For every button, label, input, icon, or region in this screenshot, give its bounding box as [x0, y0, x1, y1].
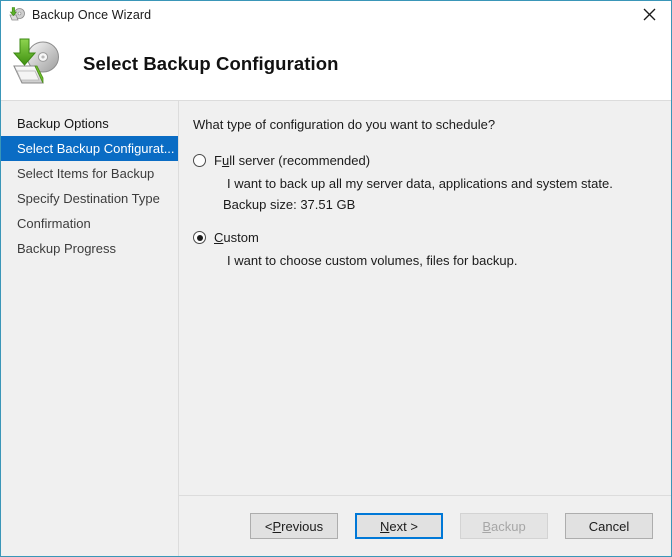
window-title: Backup Once Wizard — [32, 7, 152, 22]
radio-row-full-server[interactable]: Full server (recommended) — [193, 151, 651, 171]
backup-disk-arrow-icon — [7, 36, 69, 92]
title-bar: Backup Once Wizard — [1, 1, 671, 28]
next-button[interactable]: Next > — [355, 513, 443, 539]
page-header: Select Backup Configuration — [1, 28, 671, 101]
backup-once-wizard-window: Backup Once Wizard Select Backup Configu… — [0, 0, 672, 557]
sidebar-item-select-items-for-backup[interactable]: Select Items for Backup — [1, 161, 178, 186]
button-bar: < Previous Next > Backup Cancel — [179, 495, 671, 556]
main-content: What type of configuration do you want t… — [179, 101, 671, 556]
wizard-steps-sidebar: Backup Options Select Backup Configurat.… — [1, 101, 179, 556]
cancel-button[interactable]: Cancel — [565, 513, 653, 539]
option-full-server[interactable]: Full server (recommended) I want to back… — [193, 151, 651, 212]
sidebar-item-confirmation[interactable]: Confirmation — [1, 211, 178, 236]
radio-label-full-server: Full server (recommended) — [214, 153, 371, 168]
full-server-description: I want to back up all my server data, ap… — [227, 176, 613, 191]
backup-disk-icon — [8, 6, 26, 24]
option-custom[interactable]: Custom I want to choose custom volumes, … — [193, 228, 651, 268]
backup-button: Backup — [460, 513, 548, 539]
full-server-backup-size: Backup size: 37.51 GB — [223, 197, 356, 212]
close-icon[interactable] — [627, 1, 671, 28]
radio-full-server[interactable] — [193, 154, 206, 167]
previous-button[interactable]: < Previous — [250, 513, 338, 539]
sidebar-item-select-backup-configuration[interactable]: Select Backup Configurat... — [1, 136, 178, 161]
page-title: Select Backup Configuration — [83, 53, 339, 74]
custom-description: I want to choose custom volumes, files f… — [227, 253, 518, 268]
sidebar-item-specify-destination-type[interactable]: Specify Destination Type — [1, 186, 178, 211]
wizard-body: Backup Options Select Backup Configurat.… — [1, 101, 671, 556]
radio-custom[interactable] — [193, 231, 206, 244]
radio-row-custom[interactable]: Custom — [193, 228, 651, 248]
sidebar-item-backup-progress[interactable]: Backup Progress — [1, 236, 178, 261]
sidebar-item-backup-options[interactable]: Backup Options — [1, 111, 178, 136]
radio-label-custom: Custom — [214, 230, 259, 245]
configuration-options-panel: What type of configuration do you want t… — [179, 101, 671, 495]
prompt-text: What type of configuration do you want t… — [193, 117, 496, 132]
